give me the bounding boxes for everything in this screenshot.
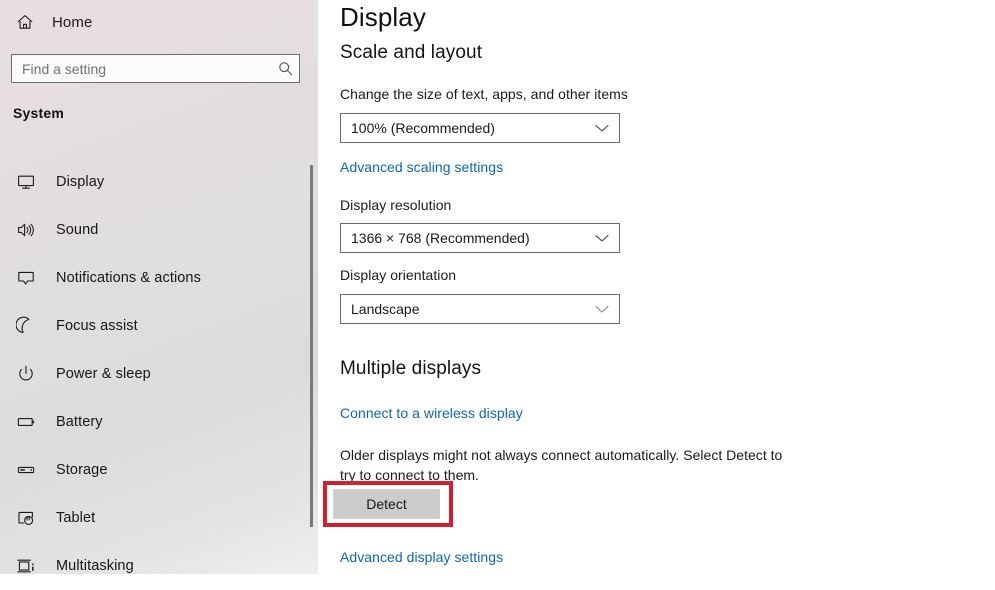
sidebar-item-storage[interactable]: Storage xyxy=(0,446,318,494)
sidebar-item-sound[interactable]: Sound xyxy=(0,206,318,254)
chevron-down-icon xyxy=(585,114,619,142)
sidebar-item-multitasking[interactable]: Multitasking xyxy=(0,542,318,590)
detect-helper-text: Older displays might not always connect … xyxy=(340,447,783,483)
orientation-field-label: Display orientation xyxy=(340,267,457,283)
sidebar-item-focus-assist[interactable]: Focus assist xyxy=(0,302,318,350)
sidebar-item-power-sleep[interactable]: Power & sleep xyxy=(0,350,318,398)
notification-bubble-icon xyxy=(14,266,38,290)
sidebar-item-label: Sound xyxy=(56,222,99,238)
battery-icon xyxy=(14,410,38,434)
chevron-down-icon xyxy=(585,295,619,323)
sidebar-item-tablet[interactable]: Tablet xyxy=(0,494,318,542)
scale-and-layout-heading: Scale and layout xyxy=(340,42,483,63)
power-icon xyxy=(14,362,38,386)
sidebar-item-label: Notifications & actions xyxy=(56,270,201,286)
search-input[interactable] xyxy=(12,55,271,82)
sidebar-item-label: Tablet xyxy=(56,510,96,526)
home-label: Home xyxy=(52,13,93,31)
detect-button[interactable]: Detect xyxy=(333,489,440,519)
moon-icon xyxy=(14,314,38,338)
connect-wireless-display-link[interactable]: Connect to a wireless display xyxy=(340,405,523,421)
search-box[interactable] xyxy=(11,54,300,83)
navigation-sidebar: Home System Displ xyxy=(0,0,318,574)
orientation-dropdown[interactable]: Landscape xyxy=(340,294,620,324)
sidebar-item-notifications[interactable]: Notifications & actions xyxy=(0,254,318,302)
sidebar-scrollbar[interactable] xyxy=(310,165,313,527)
settings-window: Home System Displ xyxy=(0,0,995,574)
scale-field-label: Change the size of text, apps, and other… xyxy=(340,86,628,102)
resolution-field-label: Display resolution xyxy=(340,197,452,213)
sidebar-item-display[interactable]: Display xyxy=(0,158,318,206)
page-title: Display xyxy=(340,2,426,32)
sidebar-item-label: Focus assist xyxy=(56,318,138,334)
monitor-icon xyxy=(14,170,38,194)
tablet-touch-icon xyxy=(14,506,38,530)
search-icon[interactable] xyxy=(271,55,299,82)
speaker-icon xyxy=(14,218,38,242)
home-icon xyxy=(14,11,36,33)
orientation-dropdown-value: Landscape xyxy=(351,301,420,317)
advanced-display-settings-link[interactable]: Advanced display settings xyxy=(340,549,503,565)
resolution-dropdown[interactable]: 1366 × 768 (Recommended) xyxy=(340,223,620,253)
multiple-displays-heading: Multiple displays xyxy=(340,358,482,379)
scale-dropdown[interactable]: 100% (Recommended) xyxy=(340,113,620,143)
resolution-dropdown-value: 1366 × 768 (Recommended) xyxy=(351,230,530,246)
display-settings-panel: Display Scale and layout Change the size… xyxy=(318,0,995,574)
sidebar-item-home[interactable]: Home xyxy=(0,6,318,38)
sidebar-item-label: Battery xyxy=(56,414,103,430)
sidebar-item-battery[interactable]: Battery xyxy=(0,398,318,446)
scale-dropdown-value: 100% (Recommended) xyxy=(351,120,495,136)
advanced-scaling-settings-link[interactable]: Advanced scaling settings xyxy=(340,159,503,175)
sidebar-item-label: Multitasking xyxy=(56,558,134,574)
sidebar-group-title: System xyxy=(13,105,65,121)
chevron-down-icon xyxy=(585,224,619,252)
sidebar-item-label: Display xyxy=(56,174,105,190)
sidebar-item-label: Storage xyxy=(56,462,108,478)
sidebar-nav-list: Display Sound Notifications & actions Fo… xyxy=(0,158,318,590)
multitasking-icon xyxy=(14,554,38,578)
storage-icon xyxy=(14,458,38,482)
sidebar-item-label: Power & sleep xyxy=(56,366,151,382)
